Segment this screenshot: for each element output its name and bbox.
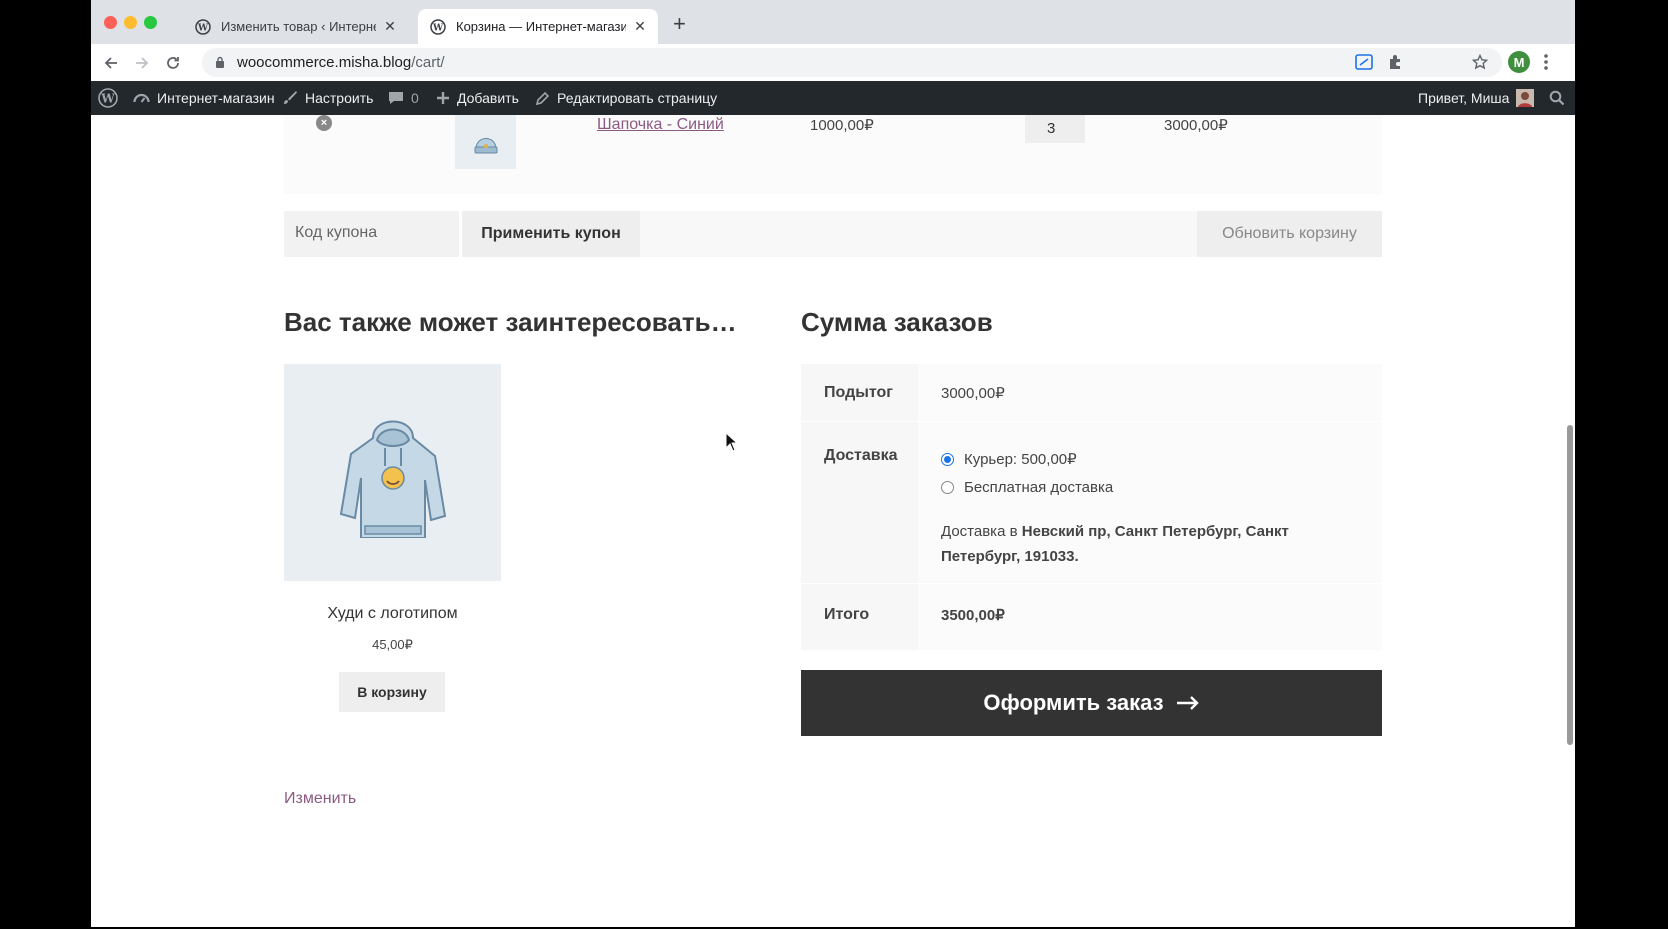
tab-strip: W Изменить товар ‹ Интернет-м ✕ W Корзин… [91,0,1575,44]
wp-logo-menu[interactable]: W [98,81,118,115]
customize-label: Настроить [305,90,374,106]
shipping-label: Доставка [801,422,918,583]
checkout-label: Оформить заказ [983,690,1164,715]
forward-icon[interactable] [130,51,154,75]
minimize-window-button[interactable] [124,16,137,29]
account-menu[interactable]: Привет, Миша [1418,81,1535,115]
quantity-input[interactable]: 3 [1025,115,1085,143]
product-thumbnail[interactable] [455,115,516,169]
cross-sells-heading: Вас также может заинтересовать… [284,307,737,337]
paintbrush-icon [284,91,297,104]
greeting-text: Привет, Миша [1418,90,1510,106]
search-icon [1549,90,1565,106]
total-label: Итого [801,584,918,650]
shipping-options: Курьер: 500,00₽ Бесплатная доставка Дост… [918,422,1382,583]
proceed-to-checkout-button[interactable]: Оформить заказ [801,670,1382,736]
coupon-code-input[interactable]: Код купона [284,211,459,257]
cart-totals-heading: Сумма заказов [801,307,993,337]
address-bar[interactable]: woocommerce.misha.blog/cart/ [202,48,1502,77]
arrow-right-icon [1176,696,1199,710]
beanie-image [474,138,497,154]
close-tab-icon[interactable]: ✕ [632,18,648,35]
more-menu-icon[interactable] [1543,53,1549,71]
svg-text:W: W [197,23,209,33]
remove-item-icon[interactable]: × [316,115,332,131]
comments-menu[interactable]: 0 [388,81,419,115]
page-scrollbar[interactable] [1567,425,1573,745]
site-name-menu[interactable]: Интернет-магазин [133,81,275,115]
new-content-label: Добавить [457,90,519,106]
tab-title: Корзина — Интернет-магази [456,19,626,34]
comments-count: 0 [411,90,419,106]
tab-edit-product[interactable]: W Изменить товар ‹ Интернет-м ✕ [183,9,408,44]
site-name: Интернет-магазин [157,90,275,106]
browser-toolbar: woocommerce.misha.blog/cart/ M [91,44,1575,81]
maximize-window-button[interactable] [144,16,157,29]
admin-search[interactable] [1549,81,1565,115]
browser-window: W Изменить товар ‹ Интернет-м ✕ W Корзин… [91,0,1575,927]
lock-icon [216,56,224,68]
edit-page-label: Редактировать страницу [557,90,718,106]
destination-prefix: Доставка в [941,523,1018,540]
cross-sell-product-name[interactable]: Худи с логотипом [284,605,501,623]
bookmark-star-icon[interactable] [1472,54,1488,70]
order-total-row: Итого 3500,00₽ [801,583,1382,650]
hoodie-image [339,420,446,538]
close-window-button[interactable] [104,16,117,29]
add-to-cart-button[interactable]: В корзину [339,672,445,712]
item-price: 1000,00₽ [810,117,874,134]
subtotal-value: 3000,00₽ [918,364,1382,421]
free-shipping-label: Бесплатная доставка [964,478,1114,496]
total-value: 3500,00₽ [918,584,1382,650]
cart-page: × Шапочка - Синий 1000,00₽ 3 3000,00₽ Ко… [91,115,1575,927]
product-name-link[interactable]: Шапочка - Синий [597,116,724,134]
free-shipping-radio[interactable] [941,480,954,494]
new-tab-icon[interactable]: + [673,13,686,35]
edit-page-menu[interactable]: Редактировать страницу [535,81,717,115]
tab-cart[interactable]: W Корзина — Интернет-магази ✕ [418,9,658,44]
apply-coupon-button[interactable]: Применить купон [462,211,640,257]
profile-avatar[interactable]: M [1508,51,1530,73]
customize-menu[interactable]: Настроить [282,81,373,115]
tab-title: Изменить товар ‹ Интернет-м [221,19,376,34]
pencil-icon [535,91,550,105]
plus-icon [437,92,449,104]
cart-totals-table: Подытог 3000,00₽ Доставка Курьер: 500,00… [801,364,1382,650]
url-text: woocommerce.misha.blog/cart/ [237,54,445,71]
courier-label: Курьер: 500,00₽ [964,451,1077,468]
wordpress-logo-icon: W [98,88,118,108]
extensions-puzzle-icon[interactable] [1387,53,1405,71]
wordpress-icon: W [430,18,446,35]
shipping-row: Доставка Курьер: 500,00₽ Бесплатная дост… [801,421,1382,583]
svg-text:W: W [100,92,115,106]
cross-sell-product-image[interactable] [284,364,501,581]
shipping-option-free[interactable]: Бесплатная доставка [941,473,1382,501]
wp-admin-bar: W Интернет-магазин Настроить 0 Добавить … [91,81,1575,115]
cross-sell-product-price: 45,00₽ [372,637,413,652]
shipping-destination: Доставка в Невский пр, Санкт Петербург, … [941,519,1301,569]
user-avatar [1516,89,1535,107]
edit-page-link[interactable]: Изменить [284,790,356,808]
close-tab-icon[interactable]: ✕ [382,18,398,35]
url-host: woocommerce.misha.blog [237,54,412,71]
cast-extension-icon[interactable] [1355,53,1373,71]
subtotal-label: Подытог [801,364,918,421]
subtotal-row: Подытог 3000,00₽ [801,364,1382,421]
wordpress-icon: W [195,18,211,35]
item-subtotal: 3000,00₽ [1164,117,1228,134]
shipping-option-courier[interactable]: Курьер: 500,00₽ [941,445,1382,473]
reload-icon[interactable] [161,51,185,75]
dashboard-icon [133,93,150,103]
url-path: /cart/ [411,54,445,71]
comment-bubble-icon [389,92,403,104]
new-content-menu[interactable]: Добавить [436,81,519,115]
courier-radio[interactable] [941,452,954,466]
svg-text:W: W [432,23,444,33]
back-icon[interactable] [99,51,123,75]
mouse-cursor-icon [725,432,739,452]
update-cart-button[interactable]: Обновить корзину [1197,211,1382,257]
